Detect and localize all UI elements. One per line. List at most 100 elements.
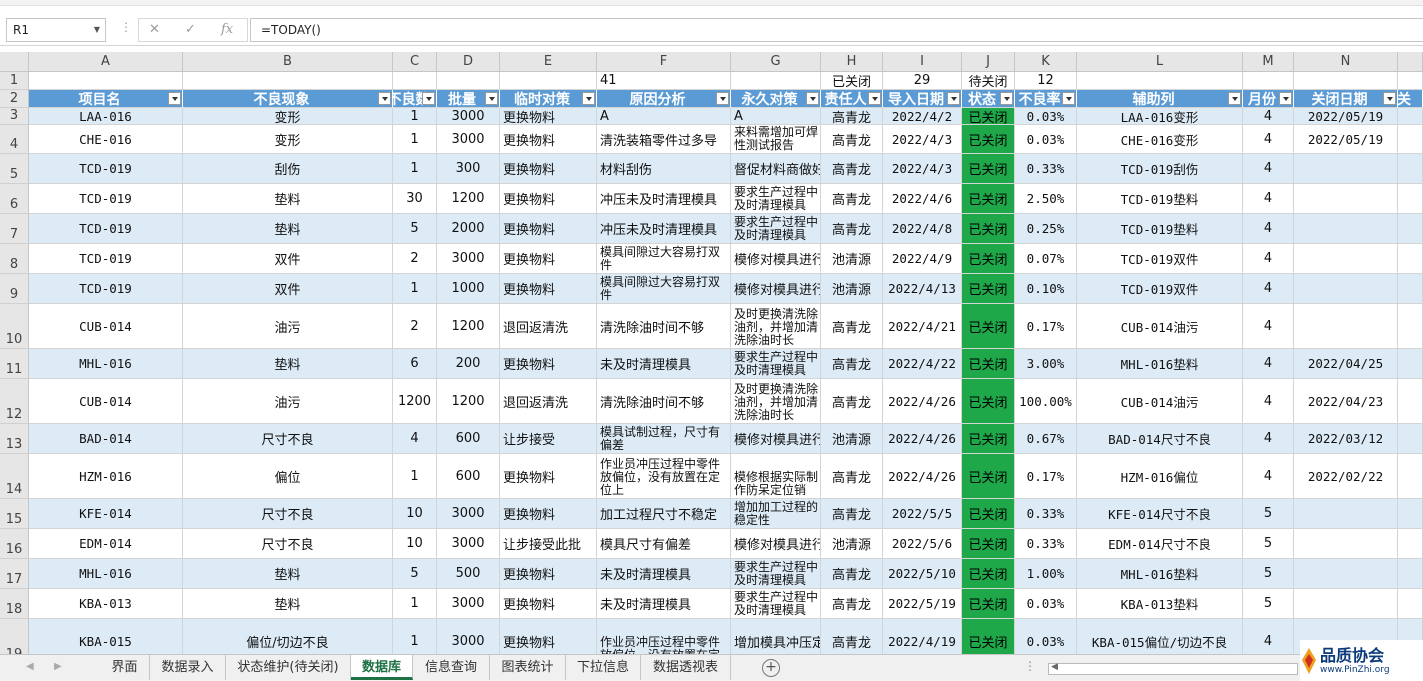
table-cell-a[interactable]: MHL-016: [29, 559, 183, 589]
filter-dropdown-icon[interactable]: [1062, 92, 1075, 105]
table-cell-n[interactable]: [1294, 304, 1398, 349]
table-cell-a[interactable]: KFE-014: [29, 499, 183, 529]
table-cell-b[interactable]: 偏位: [183, 454, 393, 499]
table-cell-n[interactable]: [1294, 154, 1398, 184]
table-cell-e[interactable]: 更换物料: [500, 125, 597, 154]
table-cell-m[interactable]: 4: [1243, 274, 1294, 304]
row-header[interactable]: 15: [0, 499, 29, 529]
table-cell-k[interactable]: 0.67%: [1015, 424, 1077, 454]
table-cell-d[interactable]: 3000: [437, 125, 500, 154]
row1-cell[interactable]: [1077, 72, 1243, 90]
row-header[interactable]: 4: [0, 125, 29, 154]
table-cell-e[interactable]: 更换物料: [500, 589, 597, 619]
name-box[interactable]: R1 ▼: [6, 18, 106, 42]
table-cell-e[interactable]: 更换物料: [500, 154, 597, 184]
table-cell-f[interactable]: 清洗除油时间不够: [597, 304, 731, 349]
table-cell-partial[interactable]: [1398, 589, 1423, 619]
table-cell-c[interactable]: 4: [393, 424, 437, 454]
filter-dropdown-icon[interactable]: [1383, 92, 1396, 105]
table-cell-partial[interactable]: [1398, 154, 1423, 184]
table-cell-b[interactable]: 刮伤: [183, 154, 393, 184]
column-header-i[interactable]: I: [883, 52, 962, 72]
table-cell-partial[interactable]: [1398, 559, 1423, 589]
table-cell-n[interactable]: [1294, 214, 1398, 244]
table-cell-h[interactable]: 高青龙: [821, 108, 883, 125]
table-cell-l[interactable]: CHE-016变形: [1077, 125, 1243, 154]
table-cell-a[interactable]: CHE-016: [29, 125, 183, 154]
row1-cell[interactable]: [500, 72, 597, 90]
sheet-tab[interactable]: 信息查询: [413, 655, 490, 680]
table-cell-h[interactable]: 高青龙: [821, 559, 883, 589]
table-cell-a[interactable]: HZM-016: [29, 454, 183, 499]
row-header[interactable]: 19: [0, 619, 29, 654]
table-cell-g[interactable]: A: [731, 108, 821, 125]
table-cell-k[interactable]: 0.33%: [1015, 529, 1077, 559]
row-header[interactable]: 10: [0, 304, 29, 349]
table-cell-d[interactable]: 3000: [437, 529, 500, 559]
filter-dropdown-icon[interactable]: [485, 92, 498, 105]
row-header[interactable]: 14: [0, 454, 29, 499]
table-cell-m[interactable]: 4: [1243, 619, 1294, 654]
column-header-b[interactable]: B: [183, 52, 393, 72]
table-cell-e[interactable]: 退回返清洗: [500, 304, 597, 349]
table-cell-e[interactable]: 更换物料: [500, 619, 597, 654]
table-cell-f[interactable]: 未及时清理模具: [597, 589, 731, 619]
table-cell-d[interactable]: 600: [437, 424, 500, 454]
status-cell[interactable]: 已关闭: [962, 244, 1015, 274]
table-cell-l[interactable]: BAD-014尺寸不良: [1077, 424, 1243, 454]
table-cell-e[interactable]: 更换物料: [500, 214, 597, 244]
table-cell-h[interactable]: 高青龙: [821, 619, 883, 654]
table-cell-b[interactable]: 垫料: [183, 349, 393, 379]
chevron-down-icon[interactable]: ▼: [94, 19, 100, 41]
row-header[interactable]: 5: [0, 154, 29, 184]
formula-input[interactable]: =TODAY(): [250, 18, 1423, 42]
table-cell-d[interactable]: 1000: [437, 274, 500, 304]
table-cell-a[interactable]: TCD-019: [29, 214, 183, 244]
table-cell-partial[interactable]: [1398, 108, 1423, 125]
summary-cell-h[interactable]: 已关闭: [821, 72, 883, 90]
row-header[interactable]: 9: [0, 274, 29, 304]
table-cell-n[interactable]: 2022/04/23: [1294, 379, 1398, 424]
table-cell-d[interactable]: 3000: [437, 499, 500, 529]
table-cell-k[interactable]: 0.07%: [1015, 244, 1077, 274]
table-cell-h[interactable]: 高青龙: [821, 184, 883, 214]
row-header[interactable]: 2: [0, 90, 29, 108]
sheet-tab[interactable]: 状态维护(待关闭): [226, 655, 351, 680]
table-cell-i[interactable]: 2022/5/5: [883, 499, 962, 529]
table-cell-a[interactable]: EDM-014: [29, 529, 183, 559]
table-cell-partial[interactable]: [1398, 454, 1423, 499]
table-cell-e[interactable]: 更换物料: [500, 559, 597, 589]
table-header-cell[interactable]: 不良数: [393, 90, 437, 108]
status-cell[interactable]: 已关闭: [962, 349, 1015, 379]
status-cell[interactable]: 已关闭: [962, 559, 1015, 589]
table-cell-c[interactable]: 2: [393, 244, 437, 274]
table-cell-b[interactable]: 变形: [183, 125, 393, 154]
status-cell[interactable]: 已关闭: [962, 529, 1015, 559]
table-cell-partial[interactable]: [1398, 214, 1423, 244]
table-cell-e[interactable]: 更换物料: [500, 184, 597, 214]
table-cell-f[interactable]: 模具间隙过大容易打双件: [597, 244, 731, 274]
table-cell-a[interactable]: CUB-014: [29, 304, 183, 349]
table-cell-k[interactable]: 0.10%: [1015, 274, 1077, 304]
table-cell-m[interactable]: 4: [1243, 424, 1294, 454]
table-cell-f[interactable]: 未及时清理模具: [597, 349, 731, 379]
status-cell[interactable]: 已关闭: [962, 379, 1015, 424]
column-header-g[interactable]: G: [731, 52, 821, 72]
table-cell-a[interactable]: CUB-014: [29, 379, 183, 424]
table-cell-i[interactable]: 2022/4/26: [883, 424, 962, 454]
table-cell-g[interactable]: 模修根据实际制作防呆定位销: [731, 454, 821, 499]
table-cell-c[interactable]: 1200: [393, 379, 437, 424]
table-cell-partial[interactable]: [1398, 424, 1423, 454]
chevron-right-icon[interactable]: ▶: [54, 661, 62, 672]
row-header[interactable]: 13: [0, 424, 29, 454]
table-cell-i[interactable]: 2022/4/6: [883, 184, 962, 214]
table-cell-f[interactable]: 加工过程尺寸不稳定: [597, 499, 731, 529]
summary-cell-j[interactable]: 待关闭: [962, 72, 1015, 90]
row1-cell[interactable]: [183, 72, 393, 90]
table-cell-e[interactable]: 更换物料: [500, 274, 597, 304]
table-cell-f[interactable]: 作业员冲压过程中零件放偏位，没有放置在定: [597, 619, 731, 654]
sheet-tab[interactable]: 数据透视表: [641, 655, 731, 680]
table-cell-b[interactable]: 偏位/切边不良: [183, 619, 393, 654]
table-cell-m[interactable]: 5: [1243, 559, 1294, 589]
table-header-cell[interactable]: 关: [1398, 90, 1423, 108]
